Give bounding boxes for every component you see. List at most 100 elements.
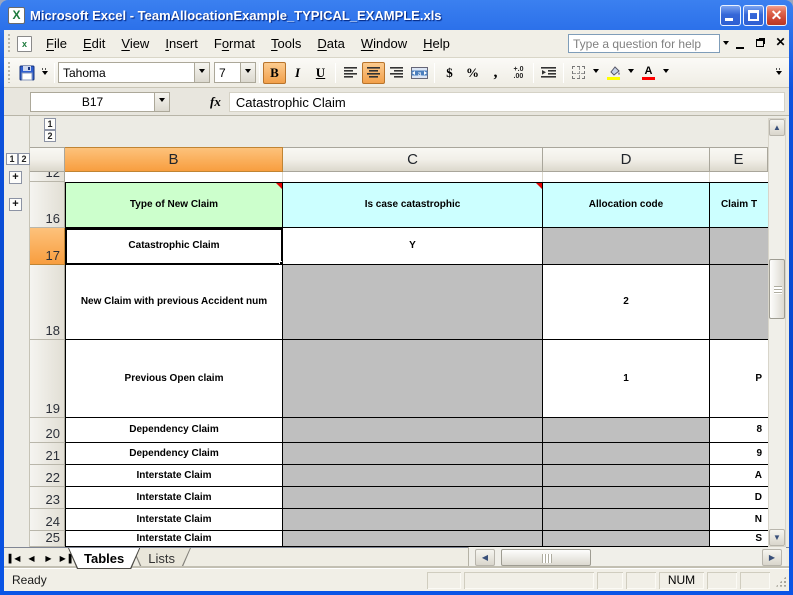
cell-D18[interactable]: 2 xyxy=(543,265,710,340)
cell-E16[interactable]: Claim T xyxy=(710,182,768,228)
column-header-b[interactable]: B xyxy=(65,147,283,172)
cell-E19[interactable]: P xyxy=(710,340,768,418)
scroll-up-button[interactable]: ▲ xyxy=(769,119,785,136)
toolbar-grip-icon[interactable] xyxy=(7,62,12,82)
cell-B18[interactable]: New Claim with previous Accident num xyxy=(65,265,283,340)
cell-C24[interactable] xyxy=(283,509,543,531)
cell-E24[interactable]: N xyxy=(710,509,768,531)
cell-E18[interactable] xyxy=(710,265,768,340)
fill-color-button[interactable] xyxy=(602,62,625,84)
column-outline-level-1-button[interactable]: 1 xyxy=(44,118,56,130)
borders-button[interactable] xyxy=(567,62,590,84)
align-right-button[interactable] xyxy=(385,62,408,84)
row-header-22[interactable]: 22 xyxy=(30,465,65,487)
cell-D24[interactable] xyxy=(543,509,710,531)
cell-E17[interactable] xyxy=(710,228,768,265)
horizontal-scroll-thumb[interactable] xyxy=(501,549,591,566)
cell-C22[interactable] xyxy=(283,465,543,487)
scroll-left-button[interactable]: ◀ xyxy=(475,549,495,566)
row-header-16[interactable]: 16 xyxy=(30,182,65,228)
vertical-scroll-thumb[interactable] xyxy=(769,259,785,319)
cell-C20[interactable] xyxy=(283,418,543,443)
column-header-e[interactable]: E xyxy=(710,147,768,172)
font-color-button[interactable]: A xyxy=(637,62,660,84)
cell-E12[interactable] xyxy=(710,172,768,182)
column-outline-level-2-button[interactable]: 2 xyxy=(44,130,56,142)
cell-E22[interactable]: A xyxy=(710,465,768,487)
underline-button[interactable]: U xyxy=(309,62,332,84)
font-color-dropdown-button[interactable] xyxy=(660,62,672,84)
row-header-corner[interactable] xyxy=(30,147,65,172)
cell-E25[interactable]: S xyxy=(710,531,768,547)
expand-group-button[interactable]: + xyxy=(9,171,22,184)
first-sheet-button[interactable]: ▌◀ xyxy=(6,554,23,563)
tab-tables[interactable]: Tables xyxy=(68,548,140,569)
percent-button[interactable]: % xyxy=(461,62,484,84)
column-header-c[interactable]: C xyxy=(283,147,543,172)
row-outline-level-1-button[interactable]: 1 xyxy=(6,153,18,165)
workbook-restore-button[interactable] xyxy=(752,35,769,52)
cell-B20[interactable]: Dependency Claim xyxy=(65,418,283,443)
menu-tools[interactable]: Tools xyxy=(263,32,309,55)
cell-E21[interactable]: 9 xyxy=(710,443,768,465)
align-left-button[interactable] xyxy=(339,62,362,84)
increase-decimal-button[interactable]: +.0.00 xyxy=(507,62,530,84)
row-header-24[interactable]: 24 xyxy=(30,509,65,531)
maximize-button[interactable] xyxy=(743,5,764,26)
cell-C17[interactable]: Y xyxy=(283,228,543,265)
cell-C12[interactable] xyxy=(283,172,543,182)
cell-D16[interactable]: Allocation code xyxy=(543,182,710,228)
cell-D21[interactable] xyxy=(543,443,710,465)
font-size-dropdown-button[interactable] xyxy=(240,63,255,82)
cell-D22[interactable] xyxy=(543,465,710,487)
borders-dropdown-button[interactable] xyxy=(590,62,602,84)
workbook-close-button[interactable]: ✕ xyxy=(772,35,789,52)
minimize-button[interactable] xyxy=(720,5,741,26)
merge-and-center-button[interactable]: a xyxy=(408,62,431,84)
cell-D25[interactable] xyxy=(543,531,710,547)
resize-grip-icon[interactable] xyxy=(773,572,787,589)
cell-D20[interactable] xyxy=(543,418,710,443)
expand-group-button[interactable]: + xyxy=(9,198,22,211)
bold-button[interactable]: B xyxy=(263,62,286,84)
row-header-20[interactable]: 20 xyxy=(30,418,65,443)
row-header-23[interactable]: 23 xyxy=(30,487,65,509)
row-header-21[interactable]: 21 xyxy=(30,443,65,465)
cell-D23[interactable] xyxy=(543,487,710,509)
name-box-dropdown-button[interactable] xyxy=(154,93,169,111)
cell-C25[interactable] xyxy=(283,531,543,547)
currency-button[interactable]: $ xyxy=(438,62,461,84)
next-sheet-button[interactable]: ▶ xyxy=(40,554,57,563)
cell-C16[interactable]: Is case catastrophic xyxy=(283,182,543,228)
name-box[interactable]: B17 xyxy=(30,92,170,112)
row-header-19[interactable]: 19 xyxy=(30,340,65,418)
insert-function-button[interactable]: fx xyxy=(210,94,221,110)
cell-B12[interactable] xyxy=(65,172,283,182)
menu-help[interactable]: Help xyxy=(415,32,458,55)
row-header-12[interactable]: 12 xyxy=(30,172,65,182)
menu-edit[interactable]: Edit xyxy=(75,32,113,55)
scroll-down-button[interactable]: ▼ xyxy=(769,529,785,546)
cell-B25[interactable]: Interstate Claim xyxy=(65,531,283,547)
cell-B19[interactable]: Previous Open claim xyxy=(65,340,283,418)
cell-D12[interactable] xyxy=(543,172,710,182)
menu-format[interactable]: Format xyxy=(206,32,263,55)
help-dropdown-icon[interactable] xyxy=(723,41,729,48)
toolbar-options-button[interactable] xyxy=(38,62,51,84)
row-outline-level-2-button[interactable]: 2 xyxy=(18,153,30,165)
cell-C19[interactable] xyxy=(283,340,543,418)
fill-handle[interactable] xyxy=(279,261,283,265)
cell-D17[interactable] xyxy=(543,228,710,265)
close-button[interactable]: ✕ xyxy=(766,5,787,26)
toolbar-grip-icon[interactable] xyxy=(7,34,12,53)
menu-view[interactable]: View xyxy=(113,32,157,55)
cell-B22[interactable]: Interstate Claim xyxy=(65,465,283,487)
cell-C23[interactable] xyxy=(283,487,543,509)
vertical-scrollbar[interactable]: ▲ ▼ xyxy=(768,118,786,547)
font-name-select[interactable]: Tahoma xyxy=(58,62,210,83)
scroll-right-button[interactable]: ▶ xyxy=(762,549,782,566)
tab-lists[interactable]: Lists xyxy=(132,548,191,569)
cell-C21[interactable] xyxy=(283,443,543,465)
row-header-18[interactable]: 18 xyxy=(30,265,65,340)
menu-file[interactable]: File xyxy=(38,32,75,55)
